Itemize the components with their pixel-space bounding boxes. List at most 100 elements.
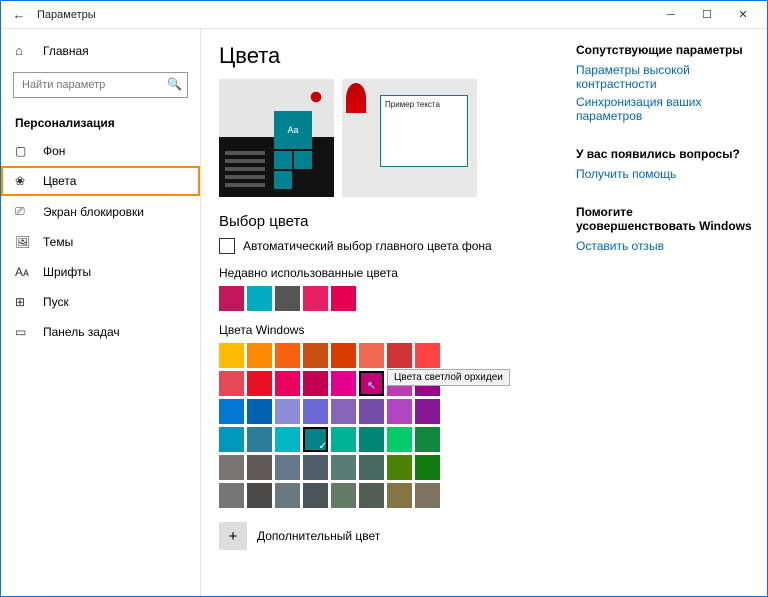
color-swatch[interactable] bbox=[219, 371, 244, 396]
nav-item-1[interactable]: ❀Цвета bbox=[1, 166, 200, 196]
checkbox-icon bbox=[219, 238, 235, 254]
auto-color-label: Автоматический выбор главного цвета фона bbox=[243, 239, 492, 253]
cursor-icon: ↖ bbox=[367, 379, 376, 392]
recent-color-swatch[interactable] bbox=[303, 286, 328, 311]
color-swatch[interactable] bbox=[359, 483, 384, 508]
related-link[interactable]: Оставить отзыв bbox=[576, 239, 753, 253]
color-swatch[interactable] bbox=[247, 483, 272, 508]
nav-label: Экран блокировки bbox=[43, 205, 144, 219]
nav-label: Панель задач bbox=[43, 325, 120, 339]
nav-icon: Aᴀ bbox=[15, 265, 33, 279]
color-swatch[interactable] bbox=[303, 455, 328, 480]
color-swatch[interactable] bbox=[415, 427, 440, 452]
color-swatch[interactable]: Цвета светлой орхидеи↖ bbox=[359, 371, 384, 396]
color-swatch[interactable] bbox=[247, 455, 272, 480]
home-label: Главная bbox=[43, 44, 89, 58]
color-swatch[interactable] bbox=[415, 343, 440, 368]
nav-item-5[interactable]: ⊞Пуск bbox=[1, 287, 200, 317]
color-swatch[interactable] bbox=[387, 427, 412, 452]
recent-color-swatch[interactable] bbox=[219, 286, 244, 311]
maximize-button[interactable]: ☐ bbox=[689, 1, 725, 28]
auto-color-toggle[interactable]: Автоматический выбор главного цвета фона bbox=[219, 238, 554, 254]
recent-color-swatch[interactable] bbox=[275, 286, 300, 311]
color-swatch[interactable] bbox=[247, 427, 272, 452]
color-swatch[interactable] bbox=[275, 399, 300, 424]
color-swatch[interactable] bbox=[247, 343, 272, 368]
search-icon: 🔍 bbox=[167, 77, 182, 91]
color-swatch[interactable] bbox=[275, 343, 300, 368]
color-swatch[interactable] bbox=[219, 483, 244, 508]
color-swatch[interactable] bbox=[303, 371, 328, 396]
color-swatch[interactable] bbox=[275, 427, 300, 452]
flower-icon bbox=[304, 85, 328, 109]
color-tooltip: Цвета светлой орхидеи bbox=[387, 369, 510, 386]
color-swatch[interactable] bbox=[359, 343, 384, 368]
color-swatch[interactable] bbox=[219, 343, 244, 368]
nav-label: Темы bbox=[43, 235, 73, 249]
recent-color-swatch[interactable] bbox=[331, 286, 356, 311]
preview-active-window: Пример текста bbox=[342, 79, 477, 197]
nav-icon: ▢ bbox=[15, 144, 33, 158]
color-swatch[interactable] bbox=[359, 427, 384, 452]
search-container: 🔍 bbox=[13, 72, 188, 98]
feedback-heading: Помогите усовершенствовать Windows bbox=[576, 205, 753, 233]
color-swatch[interactable] bbox=[275, 371, 300, 396]
nav-icon: ▭ bbox=[15, 325, 33, 339]
color-swatch[interactable] bbox=[387, 483, 412, 508]
color-swatch[interactable] bbox=[331, 427, 356, 452]
color-swatch[interactable] bbox=[331, 455, 356, 480]
minimize-button[interactable]: ─ bbox=[653, 1, 689, 28]
color-swatch[interactable] bbox=[247, 371, 272, 396]
color-swatch[interactable] bbox=[331, 399, 356, 424]
nav-item-4[interactable]: AᴀШрифты bbox=[1, 257, 200, 287]
color-swatch[interactable] bbox=[219, 455, 244, 480]
color-swatch[interactable] bbox=[331, 371, 356, 396]
color-swatch[interactable] bbox=[387, 399, 412, 424]
nav-label: Фон bbox=[43, 144, 65, 158]
color-swatch[interactable] bbox=[359, 455, 384, 480]
related-link[interactable]: Параметры высокой контрастности bbox=[576, 63, 753, 91]
sidebar: ⌂ Главная 🔍 Персонализация ▢Фон❀Цвета⎚Эк… bbox=[1, 29, 201, 596]
color-swatch[interactable] bbox=[331, 483, 356, 508]
color-swatch[interactable] bbox=[415, 399, 440, 424]
search-input[interactable] bbox=[13, 72, 188, 98]
nav-item-2[interactable]: ⎚Экран блокировки bbox=[1, 196, 200, 227]
color-swatch[interactable] bbox=[303, 427, 328, 452]
color-swatch[interactable] bbox=[387, 455, 412, 480]
color-swatch[interactable] bbox=[387, 343, 412, 368]
color-swatch[interactable] bbox=[415, 483, 440, 508]
color-swatch[interactable] bbox=[303, 343, 328, 368]
color-swatch[interactable] bbox=[359, 399, 384, 424]
color-swatch[interactable] bbox=[247, 399, 272, 424]
color-swatch[interactable] bbox=[415, 455, 440, 480]
preview-row: Aa Пример текста bbox=[219, 79, 554, 197]
nav-item-0[interactable]: ▢ Фон bbox=[1, 136, 200, 166]
nav-icon: ⊞ bbox=[15, 295, 33, 309]
home-link[interactable]: ⌂ Главная bbox=[1, 37, 200, 64]
main-content: Цвета Aa Пример текста Выбор цвета bbox=[201, 29, 572, 596]
home-icon: ⌂ bbox=[15, 43, 33, 58]
recent-colors-row bbox=[219, 286, 554, 311]
color-swatch[interactable] bbox=[219, 399, 244, 424]
color-swatch[interactable] bbox=[219, 427, 244, 452]
color-swatch[interactable] bbox=[275, 483, 300, 508]
windows-colors-label: Цвета Windows bbox=[219, 323, 554, 337]
related-settings-heading: Сопутствующие параметры bbox=[576, 43, 753, 57]
custom-color-button[interactable]: + bbox=[219, 522, 247, 550]
color-swatch[interactable] bbox=[275, 455, 300, 480]
related-link[interactable]: Синхронизация ваших параметров bbox=[576, 95, 753, 123]
custom-color-label: Дополнительный цвет bbox=[257, 529, 380, 543]
nav-label: Цвета bbox=[43, 174, 76, 188]
back-button[interactable]: ← bbox=[7, 7, 31, 22]
color-swatch[interactable] bbox=[303, 399, 328, 424]
preview-start-menu: Aa bbox=[219, 79, 334, 197]
questions-heading: У вас появились вопросы? bbox=[576, 147, 753, 161]
nav-item-6[interactable]: ▭ Панель задач bbox=[1, 317, 200, 347]
right-panel: Сопутствующие параметры Параметры высоко… bbox=[572, 29, 767, 596]
color-swatch[interactable] bbox=[303, 483, 328, 508]
close-button[interactable]: ✕ bbox=[725, 1, 761, 28]
recent-color-swatch[interactable] bbox=[247, 286, 272, 311]
color-swatch[interactable] bbox=[331, 343, 356, 368]
related-link[interactable]: Получить помощь bbox=[576, 167, 753, 181]
nav-item-3[interactable]: 🖼Темы bbox=[1, 227, 200, 257]
